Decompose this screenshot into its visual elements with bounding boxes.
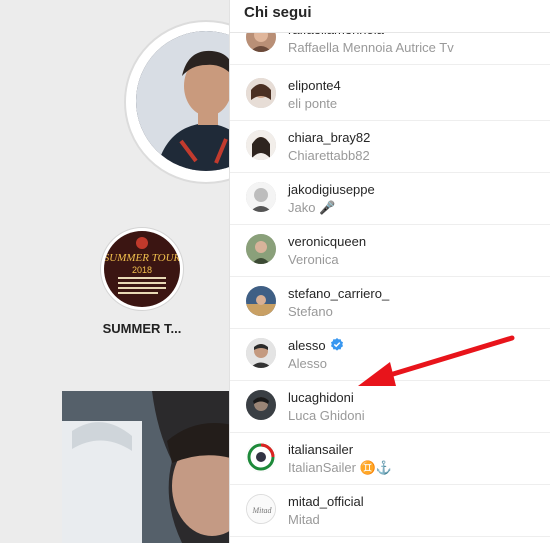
username[interactable]: lucaghidoni [288, 390, 354, 405]
following-modal: Chi segui raffaellamennoia Raffaella Men… [229, 0, 550, 543]
annotation-arrow-icon [358, 335, 515, 386]
following-row-veronicqueen[interactable]: veronicqueen Veronica [230, 224, 550, 277]
username[interactable]: veronicqueen [288, 234, 366, 249]
full-name: eli ponte [288, 96, 338, 111]
full-name: Veronica [288, 252, 339, 267]
avatar[interactable] [246, 234, 276, 264]
following-row-mitad-official[interactable]: Mitad mitad_official Mitad [230, 484, 550, 537]
avatar[interactable]: Mitad [246, 494, 276, 524]
username-text[interactable]: alesso [288, 338, 326, 353]
modal-title: Chi segui [244, 4, 312, 21]
avatar[interactable] [246, 130, 276, 160]
svg-text:2018: 2018 [132, 265, 152, 275]
username[interactable]: mitad_official [288, 494, 364, 509]
full-name: Mitad [288, 512, 320, 527]
avatar[interactable] [246, 182, 276, 212]
modal-header: Chi segui [230, 0, 550, 33]
following-row-jakodigiuseppe[interactable]: jakodigiuseppe Jako 🎤 [230, 172, 550, 225]
avatar[interactable] [246, 78, 276, 108]
username[interactable]: eliponte4 [288, 78, 341, 93]
following-row-chiara-bray82[interactable]: chiara_bray82 Chiarettabb82 [230, 120, 550, 173]
full-name: Jako 🎤 [288, 200, 336, 215]
full-name: Raffaella Mennoia Autrice Tv [288, 40, 454, 55]
username[interactable]: chiara_bray82 [288, 130, 370, 145]
story-highlight[interactable]: SUMMER TOUR 2018 [104, 231, 180, 307]
svg-text:Mitad: Mitad [251, 506, 272, 515]
avatar[interactable] [246, 442, 276, 472]
full-name: Chiarettabb82 [288, 148, 370, 163]
post-thumbnail[interactable] [62, 391, 252, 543]
full-name: Luca Ghidoni [288, 408, 365, 423]
username[interactable]: alesso [288, 338, 344, 353]
following-row-stefano-carriero[interactable]: stefano_carriero_ Stefano [230, 276, 550, 329]
story-highlight-label: SUMMER T... [102, 321, 182, 336]
svg-text:SUMMER TOUR: SUMMER TOUR [104, 252, 180, 264]
full-name: Stefano [288, 304, 333, 319]
following-row-eliponte4[interactable]: eliponte4 eli ponte [230, 68, 550, 121]
following-row-italiansailer[interactable]: italiansailer ItalianSailer ♊⚓ [230, 432, 550, 485]
full-name: ItalianSailer ♊⚓ [288, 460, 392, 475]
username[interactable]: jakodigiuseppe [288, 182, 375, 197]
avatar[interactable] [246, 338, 276, 368]
avatar[interactable] [246, 390, 276, 420]
following-row-raffaellamennoia[interactable]: raffaellamennoia Raffaella Mennoia Autri… [230, 32, 550, 65]
avatar[interactable] [246, 286, 276, 316]
username[interactable]: italiansailer [288, 442, 353, 457]
following-list[interactable]: raffaellamennoia Raffaella Mennoia Autri… [230, 32, 550, 543]
verified-badge-icon [330, 338, 343, 351]
full-name: Alesso [288, 356, 328, 371]
username[interactable]: stefano_carriero_ [288, 286, 389, 301]
avatar[interactable] [246, 32, 276, 52]
